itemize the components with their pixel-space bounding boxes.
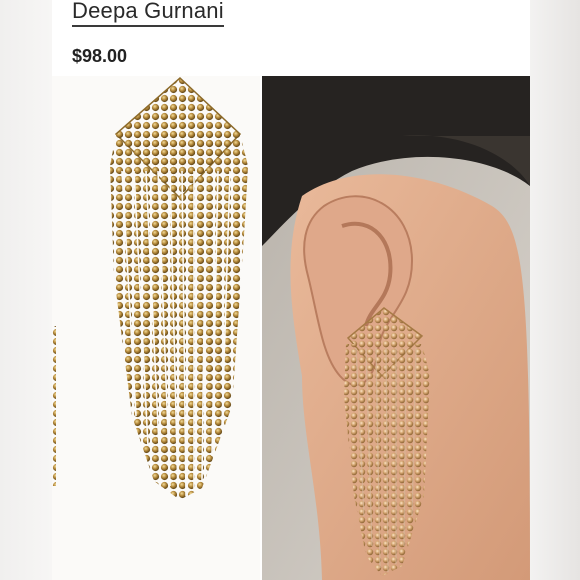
right-margin bbox=[530, 0, 580, 580]
brand-link[interactable]: Deepa Gurnani bbox=[72, 0, 224, 27]
left-margin bbox=[0, 0, 52, 580]
earring-model-photo-icon bbox=[262, 76, 530, 580]
earring-product-photo-icon bbox=[52, 76, 248, 500]
product-price: $98.00 bbox=[72, 46, 128, 66]
product-photo-earring[interactable] bbox=[52, 76, 260, 580]
model-photo-earring[interactable] bbox=[262, 76, 530, 580]
